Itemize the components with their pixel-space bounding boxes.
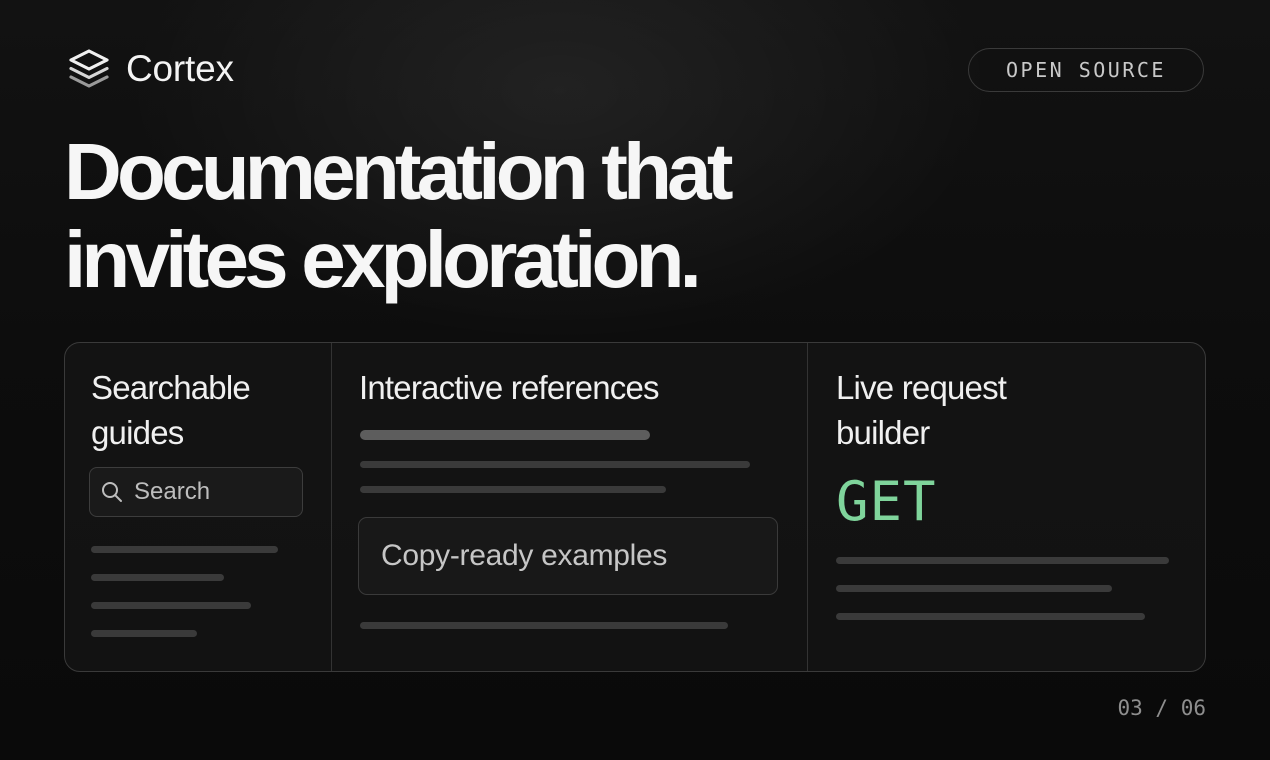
open-source-badge: OPEN SOURCE	[968, 48, 1204, 92]
feature-live-request-builder: Live request builder GET	[807, 343, 1205, 671]
feature-title: Interactive references	[359, 369, 660, 406]
search-icon	[102, 482, 122, 502]
slide: Cortex OPEN SOURCE Documentation that in…	[0, 0, 1270, 760]
reference-line	[360, 461, 750, 468]
copy-ready-examples-box[interactable]: Copy-ready examples	[358, 517, 778, 595]
features-panel: Searchable guides Search Interactive ref…	[64, 342, 1206, 672]
builder-line	[836, 585, 1112, 592]
search-input[interactable]: Search	[89, 467, 303, 517]
feature-title: Searchable guides	[91, 369, 251, 451]
copy-ready-examples-label: Copy-ready examples	[381, 539, 668, 572]
guide-line	[91, 630, 197, 637]
builder-line	[836, 557, 1169, 564]
feature-title: Live request builder	[836, 369, 1007, 451]
headline-line-2: invites exploration.	[64, 215, 702, 304]
brand: Cortex	[66, 46, 234, 92]
slide-counter: 03 / 06	[1117, 696, 1206, 720]
brand-name: Cortex	[126, 48, 234, 89]
builder-line	[836, 613, 1145, 620]
feature-interactive-references: Interactive references Copy-ready exampl…	[331, 343, 808, 671]
reference-line	[360, 622, 728, 629]
reference-line	[360, 486, 666, 493]
reference-heading-line	[360, 430, 650, 440]
guide-line	[91, 546, 278, 553]
headline-line-1: Documentation that	[64, 127, 734, 216]
search-placeholder: Search	[134, 478, 211, 505]
feature-searchable-guides: Searchable guides Search	[65, 343, 331, 671]
headline: Documentation that invites exploration.	[64, 127, 734, 304]
guide-line	[91, 602, 251, 609]
http-method: GET	[836, 470, 937, 533]
guide-line	[91, 574, 224, 581]
layers-icon	[69, 49, 109, 88]
